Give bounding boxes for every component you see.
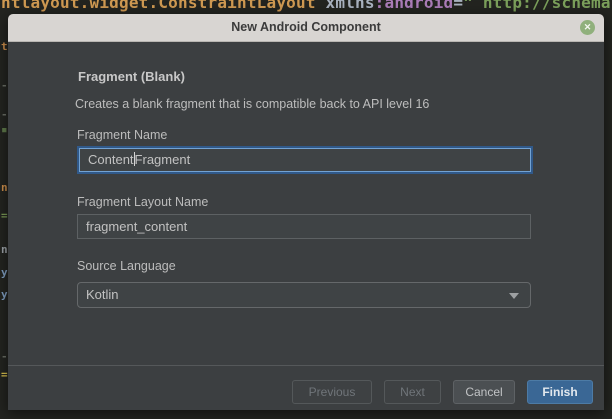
code-fragment: n: [1, 182, 8, 194]
code-segment: =: [453, 0, 463, 12]
dialog-button-bar: Previous Next Cancel Finish: [292, 380, 593, 404]
cancel-button[interactable]: Cancel: [453, 380, 515, 404]
editor-code-line: ntlayout.widget.ConstraintLayout xmlns:a…: [1, 0, 611, 13]
fragment-name-value-before-caret: Content: [88, 152, 134, 167]
code-fragment: -: [1, 109, 8, 121]
code-segment: ntlayout.widget.ConstraintLayout: [1, 0, 316, 12]
code-fragment: -: [1, 80, 8, 92]
button-bar-separator: [8, 365, 604, 366]
code-segment: " http://schema: [463, 0, 611, 12]
code-fragment: t: [1, 41, 8, 53]
code-fragment: =: [1, 210, 8, 222]
code-fragment: n: [1, 244, 8, 256]
code-fragment: -: [1, 351, 8, 363]
previous-button[interactable]: Previous: [292, 380, 372, 404]
dialog-body: Fragment (Blank) Creates a blank fragmen…: [8, 42, 604, 410]
new-android-component-dialog: New Android Component ✕ Fragment (Blank)…: [8, 14, 604, 410]
code-fragment: y: [1, 267, 8, 279]
screen: ntlayout.widget.ConstraintLayout xmlns:a…: [0, 0, 612, 419]
fragment-layout-name-label: Fragment Layout Name: [77, 195, 208, 209]
code-fragment: =: [1, 369, 8, 381]
code-segment: xmlns: [316, 0, 375, 12]
code-fragment: ▪: [1, 124, 8, 136]
source-language-label: Source Language: [77, 259, 176, 273]
fragment-layout-name-value: fragment_content: [86, 219, 187, 234]
code-segment: :android: [375, 0, 454, 12]
fragment-name-value-after-caret: Fragment: [135, 152, 191, 167]
template-description: Creates a blank fragment that is compati…: [75, 97, 429, 111]
finish-button[interactable]: Finish: [527, 380, 593, 404]
fragment-name-input[interactable]: ContentFragment: [79, 148, 531, 172]
close-icon[interactable]: ✕: [580, 20, 595, 35]
source-language-dropdown[interactable]: Kotlin: [77, 282, 531, 308]
dialog-titlebar[interactable]: New Android Component ✕: [8, 14, 604, 42]
fragment-name-label: Fragment Name: [77, 128, 167, 142]
next-button[interactable]: Next: [384, 380, 441, 404]
chevron-down-icon: [509, 293, 519, 299]
dialog-title: New Android Component: [8, 14, 604, 41]
code-fragment: y: [1, 289, 8, 301]
fragment-layout-name-input[interactable]: fragment_content: [77, 214, 531, 239]
template-heading: Fragment (Blank): [78, 69, 185, 84]
source-language-value: Kotlin: [86, 287, 119, 302]
